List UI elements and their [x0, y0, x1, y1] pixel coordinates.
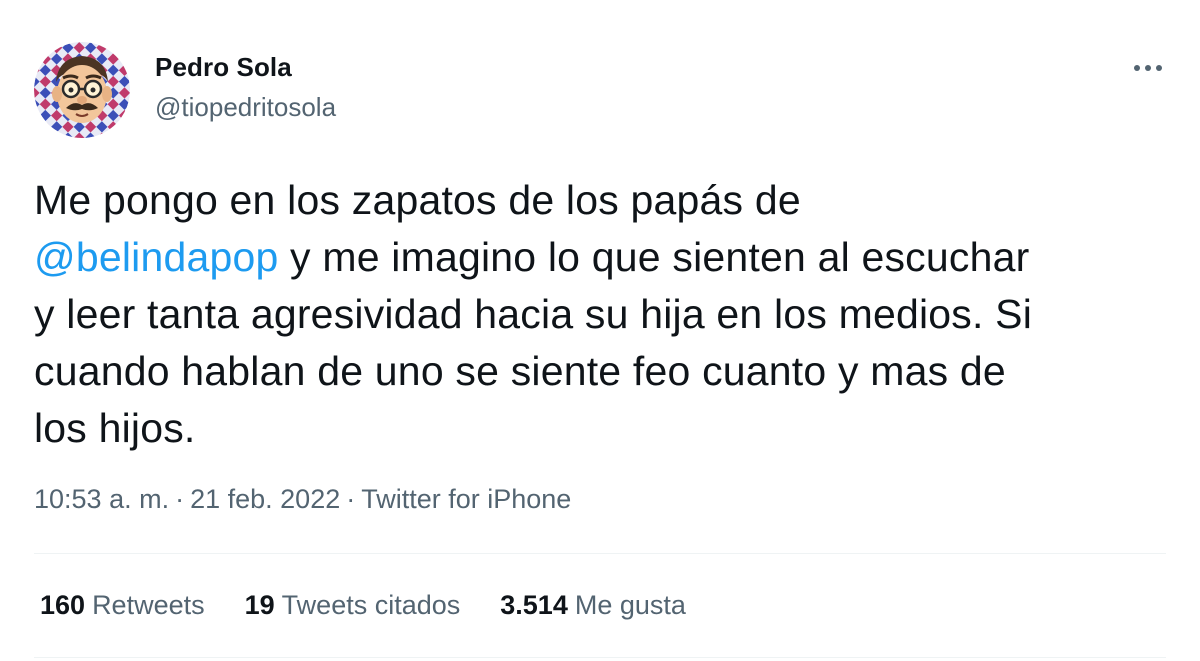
tweet-time[interactable]: 10:53 a. m. — [34, 484, 169, 514]
meta-separator: · — [175, 484, 185, 514]
tweet-text-segment: cuando hablan de uno se siente feo cuant… — [34, 348, 1006, 394]
retweets-label: Retweets — [92, 590, 205, 620]
tweet-line: y leer tanta agresividad hacia su hija e… — [34, 286, 1174, 343]
likes-label: Me gusta — [574, 590, 686, 620]
tweet-text-segment: y leer tanta agresividad hacia su hija e… — [34, 291, 1033, 337]
tweet-metadata: 10:53 a. m. · 21 feb. 2022 · Twitter for iPh… — [34, 484, 571, 515]
more-options-button[interactable] — [1126, 50, 1170, 86]
avatar[interactable] — [34, 42, 130, 138]
tweet-text: Me pongo en los zapatos de los papás de … — [34, 172, 1174, 457]
likes-count: 3.514 — [500, 590, 568, 620]
author-handle[interactable]: @tiopedritosola — [155, 92, 336, 123]
divider — [34, 657, 1166, 658]
retweets-count: 160 — [40, 590, 86, 620]
more-options-icon — [1134, 65, 1162, 71]
meta-separator: · — [346, 484, 356, 514]
engagement-stats: 160 Retweets 19 Tweets citados 3.514 Me gus… — [40, 590, 726, 621]
tweet-text-segment: los hijos. — [34, 405, 196, 451]
tweet-line: cuando hablan de uno se siente feo cuant… — [34, 343, 1174, 400]
divider — [34, 553, 1166, 554]
retweets-stat[interactable]: 160 Retweets — [40, 590, 205, 621]
tweet-date[interactable]: 21 feb. 2022 — [190, 484, 340, 514]
avatar-image — [34, 42, 130, 138]
tweet-line: Me pongo en los zapatos de los papás de — [34, 172, 1174, 229]
quotes-label: Tweets citados — [281, 590, 461, 620]
author-name[interactable]: Pedro Sola — [155, 52, 292, 83]
tweet-text-segment: y me imagino lo que sienten al escuchar — [278, 234, 1030, 280]
tweet-line: @belindapop y me imagino lo que sienten … — [34, 229, 1174, 286]
quotes-count: 19 — [244, 590, 275, 620]
tweet-card: Pedro Sola @tiopedritosola Me pongo en l… — [0, 0, 1200, 661]
quotes-stat[interactable]: 19 Tweets citados — [245, 590, 461, 621]
tweet-source[interactable]: Twitter for iPhone — [361, 484, 571, 514]
tweet-line: los hijos. — [34, 400, 1174, 457]
tweet-text-segment: Me pongo en los zapatos de los papás de — [34, 177, 801, 223]
likes-stat[interactable]: 3.514 Me gusta — [500, 590, 686, 621]
mention-link[interactable]: @belindapop — [34, 234, 278, 280]
